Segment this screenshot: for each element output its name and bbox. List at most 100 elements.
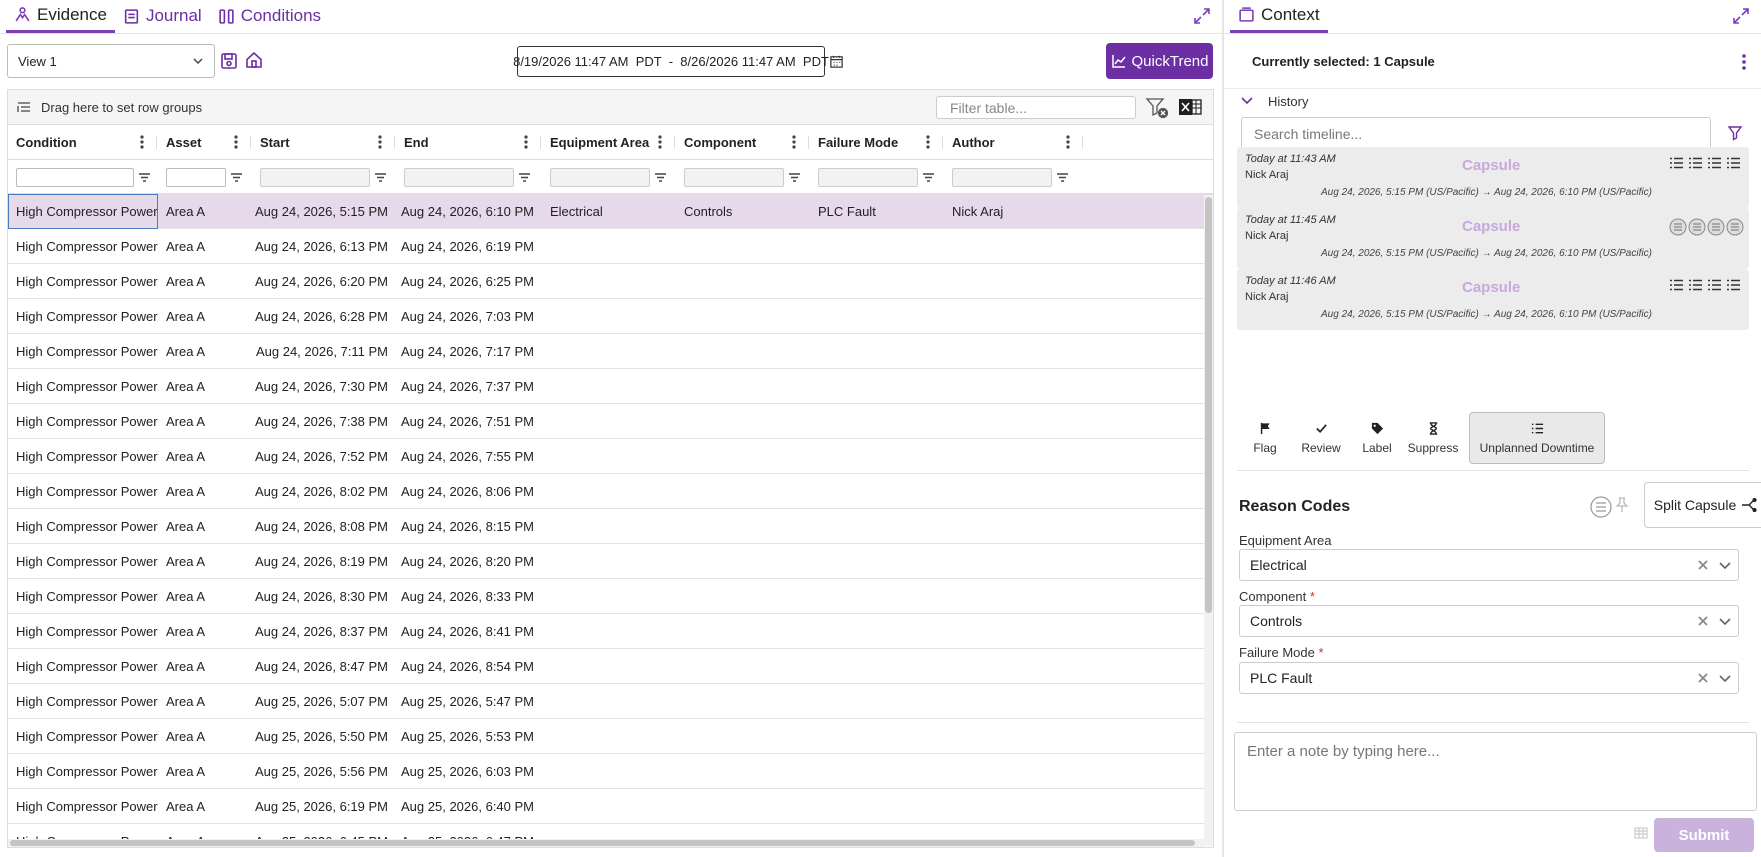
table-cell-failure-mode[interactable] (810, 579, 944, 614)
tab-evidence[interactable]: Evidence (6, 0, 115, 33)
chevron-down-icon[interactable] (1718, 671, 1732, 685)
table-cell-component[interactable] (676, 404, 810, 439)
table-cell-equipment-area[interactable] (542, 369, 676, 404)
table-cell-end[interactable]: Aug 24, 2026, 8:33 PM (396, 579, 542, 614)
table-cell-component[interactable] (676, 579, 810, 614)
table-cell-condition[interactable]: High Compressor Power (8, 614, 158, 649)
column-filter-input[interactable] (404, 167, 514, 187)
table-cell-component[interactable] (676, 684, 810, 719)
table-cell-component[interactable] (676, 544, 810, 579)
table-cell-condition[interactable]: High Compressor Power (8, 509, 158, 544)
table-cell-end[interactable]: Aug 24, 2026, 8:15 PM (396, 509, 542, 544)
table-row[interactable]: High Compressor Power Area A Aug 24, 2026,… (8, 509, 1213, 544)
submit-button[interactable]: Submit (1654, 818, 1754, 852)
table-cell-asset[interactable]: Area A (158, 194, 252, 229)
column-menu-icon[interactable] (135, 134, 149, 150)
column-separator[interactable] (394, 136, 395, 149)
horizontal-scroll-thumb[interactable] (10, 840, 1195, 846)
table-cell-failure-mode[interactable] (810, 299, 944, 334)
table-cell-start[interactable]: Aug 24, 2026, 7:52 PM (252, 439, 396, 474)
table-cell-start[interactable]: Aug 24, 2026, 6:28 PM (252, 299, 396, 334)
split-capsule-button[interactable]: Split Capsule (1644, 482, 1761, 528)
table-cell-start[interactable]: Aug 25, 2026, 5:56 PM (252, 754, 396, 789)
table-cell-failure-mode[interactable] (810, 229, 944, 264)
filter-icon[interactable] (922, 172, 935, 183)
table-cell-asset[interactable]: Area A (158, 544, 252, 579)
table-cell-component[interactable] (676, 614, 810, 649)
table-cell-asset[interactable]: Area A (158, 649, 252, 684)
table-cell-component[interactable] (676, 229, 810, 264)
history-entry[interactable]: Today at 11:46 AM Nick Araj Capsule Aug 24,… (1237, 269, 1749, 330)
table-cell-start[interactable]: Aug 24, 2026, 8:30 PM (252, 579, 396, 614)
table-row[interactable]: High Compressor Power Area A Aug 24, 2026,… (8, 439, 1213, 474)
table-cell-condition[interactable]: High Compressor Power (8, 789, 158, 824)
quicktrend-button[interactable]: QuickTrend (1106, 43, 1213, 79)
table-row[interactable]: High Compressor Power Area A Aug 24, 2026,… (8, 474, 1213, 509)
table-cell-failure-mode[interactable] (810, 789, 944, 824)
table-cell-component[interactable] (676, 719, 810, 754)
table-cell-condition[interactable]: High Compressor Power (8, 369, 158, 404)
column-filter-input[interactable] (684, 167, 784, 187)
column-header-end[interactable]: End (396, 125, 542, 160)
tab-conditions[interactable]: Conditions (210, 0, 329, 33)
table-cell-author[interactable] (944, 334, 1084, 369)
table-row[interactable]: High Compressor Power Area A Aug 24, 2026,… (8, 334, 1213, 369)
column-menu-icon[interactable] (373, 134, 387, 150)
table-cell-author[interactable] (944, 229, 1084, 264)
filter-icon[interactable] (654, 172, 667, 183)
column-separator[interactable] (540, 136, 541, 149)
table-cell-asset[interactable]: Area A (158, 404, 252, 439)
table-cell-failure-mode[interactable] (810, 334, 944, 369)
table-cell-asset[interactable]: Area A (158, 754, 252, 789)
table-cell-start[interactable]: Aug 24, 2026, 8:37 PM (252, 614, 396, 649)
table-cell-equipment-area[interactable] (542, 264, 676, 299)
table-cell-component[interactable] (676, 474, 810, 509)
table-cell-author[interactable]: Nick Araj (944, 194, 1084, 229)
column-menu-icon[interactable] (787, 134, 801, 150)
table-cell-condition[interactable]: High Compressor Power (8, 299, 158, 334)
column-header-equipment-area[interactable]: Equipment Area (542, 125, 676, 160)
table-cell-condition[interactable]: High Compressor Power (8, 474, 158, 509)
column-header-condition[interactable]: Condition (8, 125, 158, 160)
table-cell-condition[interactable]: High Compressor Power (8, 439, 158, 474)
table-cell-condition[interactable]: High Compressor Power (8, 544, 158, 579)
column-separator[interactable] (250, 136, 251, 149)
table-cell-equipment-area[interactable] (542, 544, 676, 579)
clear-filter-icon[interactable] (1145, 97, 1169, 119)
table-row[interactable]: High Compressor PowerArea AAug 25, 2026,… (8, 719, 1213, 754)
table-cell-end[interactable]: Aug 24, 2026, 6:25 PM (396, 264, 542, 299)
table-cell-end[interactable]: Aug 24, 2026, 6:19 PM (396, 229, 542, 264)
column-header-asset[interactable]: Asset (158, 125, 252, 160)
filter-icon[interactable] (374, 172, 387, 183)
excel-export-icon[interactable] (1178, 96, 1202, 118)
table-cell-end[interactable]: Aug 24, 2026, 6:10 PM (396, 194, 542, 229)
table-cell-author[interactable] (944, 649, 1084, 684)
table-cell-equipment-area[interactable] (542, 229, 676, 264)
table-row[interactable]: High Compressor Power Area A Aug 24, 2026,… (8, 649, 1213, 684)
table-cell-asset[interactable]: Area A (158, 369, 252, 404)
table-cell-author[interactable] (944, 439, 1084, 474)
table-cell-equipment-area[interactable] (542, 404, 676, 439)
view-selector[interactable]: View 1 (7, 44, 215, 78)
table-cell-author[interactable] (944, 474, 1084, 509)
column-menu-icon[interactable] (1061, 134, 1075, 150)
table-cell-start[interactable]: Aug 24, 2026, 7:38 PM (252, 404, 396, 439)
column-menu-icon[interactable] (519, 134, 533, 150)
table-cell-asset[interactable]: Area A (158, 334, 252, 369)
column-header-failure-mode[interactable]: Failure Mode (810, 125, 944, 160)
column-separator[interactable] (942, 136, 943, 149)
table-cell-failure-mode[interactable] (810, 684, 944, 719)
table-cell-equipment-area[interactable] (542, 719, 676, 754)
table-cell-end[interactable]: Aug 24, 2026, 8:20 PM (396, 544, 542, 579)
column-menu-icon[interactable] (921, 134, 935, 150)
table-cell-component[interactable] (676, 299, 810, 334)
table-cell-end[interactable]: Aug 25, 2026, 5:47 PM (396, 684, 542, 719)
note-textarea[interactable]: Enter a note by typing here... (1234, 732, 1757, 811)
table-cell-asset[interactable]: Area A (158, 299, 252, 334)
table-row[interactable]: High Compressor Power Area A Aug 24, 2026,… (8, 614, 1213, 649)
table-cell-end[interactable]: Aug 24, 2026, 8:54 PM (396, 649, 542, 684)
table-cell-start[interactable]: Aug 25, 2026, 5:07 PM (252, 684, 396, 719)
table-cell-asset[interactable]: Area A (158, 439, 252, 474)
history-entry[interactable]: Today at 11:43 AM Nick Araj Capsule Aug 24,… (1237, 147, 1749, 208)
save-icon[interactable] (219, 51, 239, 71)
